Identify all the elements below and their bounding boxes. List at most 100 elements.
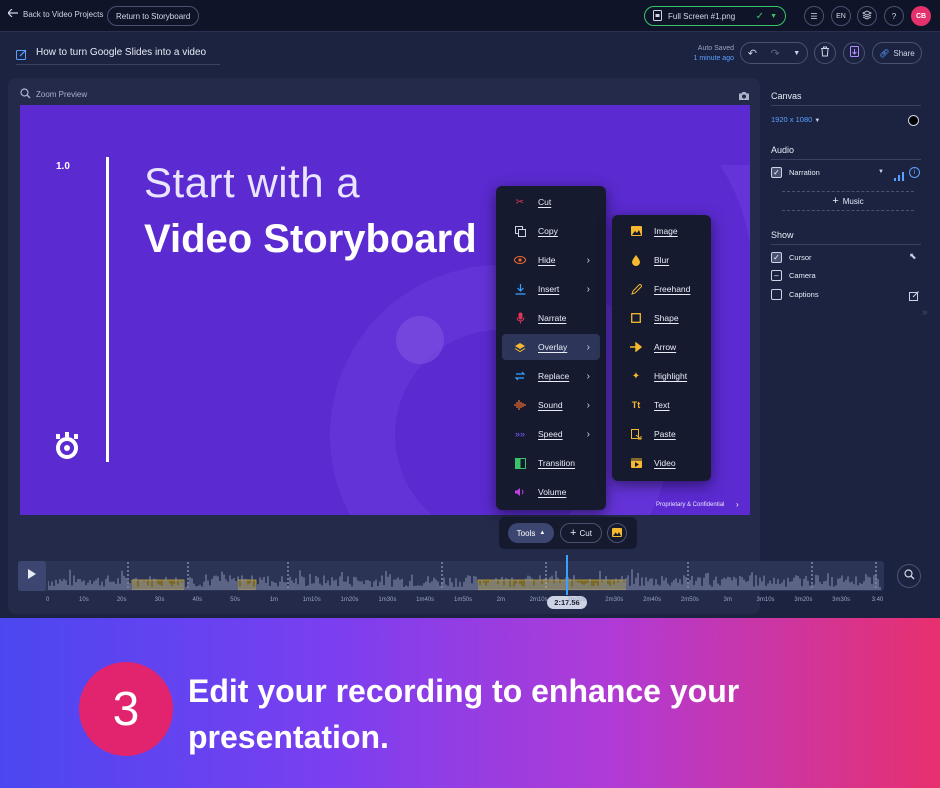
layers-icon — [514, 341, 526, 353]
submenu-item-blur[interactable]: Blur — [618, 247, 705, 273]
menu-item-transition[interactable]: Transition — [502, 450, 600, 476]
title-underline — [16, 64, 220, 65]
step-number-badge: 3 — [79, 662, 173, 756]
narration-checkbox[interactable]: ✓ — [771, 167, 782, 178]
layers-button[interactable] — [857, 6, 877, 26]
resolution-select[interactable]: 1920 x 1080 ▼ — [771, 115, 820, 124]
export-button[interactable] — [843, 42, 865, 64]
menu-item-volume[interactable]: Volume — [502, 479, 600, 505]
menu-item-cut[interactable]: ✂ Cut — [502, 189, 600, 215]
camera-label: Camera — [789, 271, 816, 280]
history-dropdown-icon[interactable]: ▼ — [793, 50, 800, 57]
plus-icon: + — [832, 195, 839, 207]
link-icon: 🔗︎ — [879, 48, 890, 58]
submenu-item-video[interactable]: Video — [618, 450, 705, 476]
help-button[interactable]: ? — [884, 6, 904, 26]
submenu-item-image[interactable]: Image — [618, 218, 705, 244]
submenu-item-paste[interactable]: Paste — [618, 421, 705, 447]
menu-item-sound[interactable]: Sound › — [502, 392, 600, 418]
undo-icon[interactable]: ↶ — [748, 47, 757, 60]
play-button[interactable] — [18, 561, 46, 591]
edit-segment[interactable] — [237, 579, 257, 590]
camera-checkbox[interactable]: – — [771, 270, 782, 281]
project-title[interactable]: How to turn Google Slides into a video — [36, 47, 206, 58]
audio-section-title: Audio — [771, 145, 795, 155]
redo-icon[interactable]: ↷ — [771, 47, 780, 60]
soundwave-icon — [514, 399, 526, 411]
menu-item-copy[interactable]: Copy — [502, 218, 600, 244]
timeline-tick: 1m10s — [302, 597, 321, 603]
timeline-tick: 40s — [192, 597, 203, 603]
menu-item-narrate[interactable]: Narrate — [502, 305, 600, 331]
arrow-icon — [630, 341, 642, 353]
image-icon — [612, 524, 622, 542]
share-button[interactable]: 🔗︎ Share — [872, 42, 922, 64]
return-to-storyboard-button[interactable]: Return to Storyboard — [107, 6, 200, 26]
menu-item-speed[interactable]: »» Speed › — [502, 421, 600, 447]
edit-icon[interactable] — [16, 47, 27, 65]
avatar[interactable]: CB — [911, 6, 931, 26]
submenu-item-label: Freehand — [654, 284, 691, 294]
timeline-tick: 2m40s — [643, 597, 662, 603]
audio-waveform[interactable] — [48, 562, 882, 590]
tools-button[interactable]: Tools ▲ — [508, 523, 554, 543]
insert-image-button[interactable] — [607, 523, 627, 543]
background-color-swatch[interactable] — [908, 115, 919, 126]
zoom-icon — [20, 88, 31, 101]
cursor-row: ✓ Cursor — [771, 252, 812, 263]
collapse-panel-icon[interactable]: » — [922, 307, 928, 318]
chevron-down-icon: ▼ — [770, 12, 777, 20]
caret-down-icon: ▼ — [814, 118, 821, 124]
submenu-item-label: Shape — [654, 313, 679, 323]
captions-checkbox[interactable] — [771, 289, 782, 300]
menu-item-label: Insert — [538, 284, 560, 294]
sparkle-icon: ✦ — [631, 370, 641, 382]
edit-captions-icon[interactable] — [909, 288, 919, 306]
back-to-projects-link[interactable]: Back to Video Projects — [7, 8, 103, 19]
timeline-tick: 3:40 — [871, 597, 884, 603]
delete-button[interactable] — [814, 42, 836, 64]
submenu-item-arrow[interactable]: Arrow — [618, 334, 705, 360]
canvas-section-title: Canvas — [771, 91, 802, 101]
image-icon — [630, 225, 642, 237]
zoom-preview-toggle[interactable]: Zoom Preview — [20, 88, 87, 101]
speaker-icon — [514, 486, 526, 498]
signal-bars-icon — [894, 168, 904, 186]
fast-forward-icon: »» — [514, 429, 525, 439]
menu-item-overlay[interactable]: Overlay › — [502, 334, 600, 360]
file-selector[interactable]: Full Screen #1.png ✓ ▼ — [644, 6, 786, 26]
cursor-checkbox[interactable]: ✓ — [771, 252, 782, 263]
menu-item-label: Narrate — [538, 313, 567, 323]
playhead[interactable] — [566, 555, 568, 595]
caret-up-icon: ▲ — [539, 530, 546, 536]
menu-item-label: Replace — [538, 371, 570, 381]
submenu-item-text[interactable]: Tt Text — [618, 392, 705, 418]
slide-heading-line1: Start with a — [144, 159, 361, 206]
cut-button[interactable]: + Cut — [560, 523, 602, 543]
menu-item-replace[interactable]: Replace › — [502, 363, 600, 389]
chevron-right-icon: › — [586, 428, 590, 440]
submenu-item-highlight[interactable]: ✦ Highlight — [618, 363, 705, 389]
submenu-item-freehand[interactable]: Freehand — [618, 276, 705, 302]
info-icon[interactable]: i — [909, 167, 920, 178]
timeline-tick: 1m50s — [454, 597, 473, 603]
download-icon — [514, 283, 526, 295]
menu-button[interactable]: ☰ — [804, 6, 824, 26]
narration-dropdown-icon[interactable]: ▼ — [878, 169, 884, 175]
camera-icon[interactable] — [738, 88, 750, 106]
play-icon — [27, 567, 37, 585]
submenu-item-label: Video — [654, 458, 676, 468]
cursor-settings-icon[interactable]: ⬉ — [909, 251, 917, 262]
captions-label: Captions — [789, 290, 819, 299]
timeline-zoom-button[interactable] — [897, 564, 921, 588]
submenu-item-label: Text — [654, 400, 670, 410]
autosave-time: 1 minute ago — [693, 55, 734, 62]
language-button[interactable]: EN — [831, 6, 851, 26]
submenu-item-shape[interactable]: Shape — [618, 305, 705, 331]
menu-item-insert[interactable]: Insert › — [502, 276, 600, 302]
plus-icon: + — [570, 527, 577, 539]
section-divider — [771, 105, 921, 106]
hamburger-icon: ☰ — [810, 11, 818, 21]
add-music-button[interactable]: + Music — [782, 191, 914, 211]
menu-item-hide[interactable]: Hide › — [502, 247, 600, 273]
